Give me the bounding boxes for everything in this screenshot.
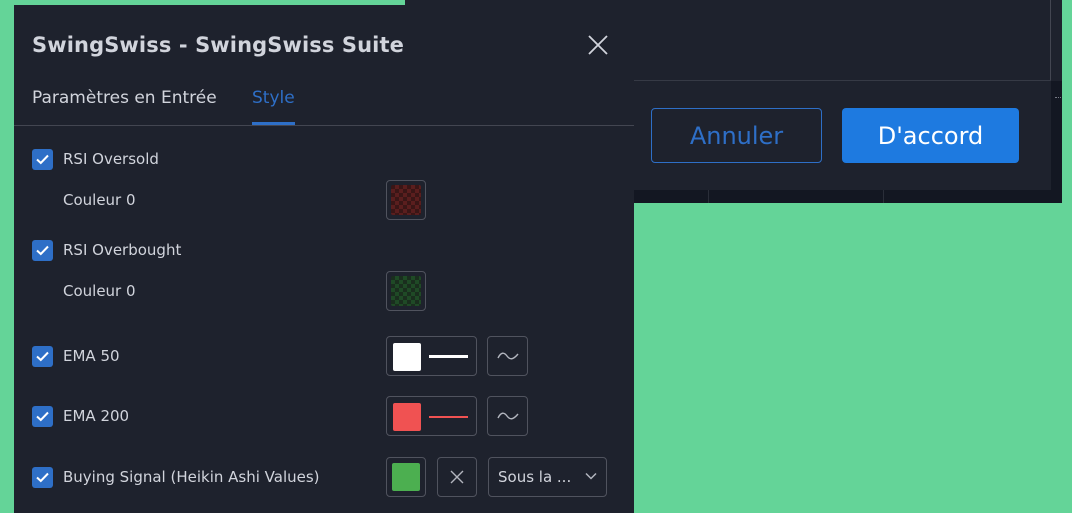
ok-button[interactable]: D'accord [842, 108, 1019, 163]
tab-inputs[interactable]: Paramètres en Entrée [32, 88, 217, 108]
color-preview [391, 185, 421, 215]
ema-50-checkbox[interactable] [32, 346, 53, 367]
rsi-oversold-color-label: Couleur 0 [63, 191, 136, 209]
line-preview [429, 355, 468, 358]
settings-dialog: SwingSwiss - SwingSwiss Suite Paramètres… [14, 5, 634, 513]
check-icon [36, 411, 49, 422]
x-icon[interactable] [437, 457, 477, 497]
check-icon [36, 351, 49, 362]
check-icon [36, 154, 49, 165]
close-icon[interactable] [586, 33, 610, 57]
grid-line [708, 190, 709, 203]
buying-signal-color-swatch[interactable] [386, 457, 426, 497]
ema-200-checkbox[interactable] [32, 406, 53, 427]
location-select-value: Sous la ... [498, 468, 572, 486]
rsi-overbought-color-label: Couleur 0 [63, 282, 136, 300]
grid-line [883, 190, 884, 203]
ema-200-label: EMA 200 [63, 407, 130, 425]
rsi-oversold-label: RSI Oversold [63, 150, 159, 168]
tab-style[interactable]: Style [252, 88, 295, 108]
ema-50-label: EMA 50 [63, 347, 120, 365]
color-preview [391, 276, 421, 306]
color-swatch [393, 403, 421, 431]
chevron-down-icon [585, 472, 597, 480]
rsi-oversold-color-swatch[interactable] [386, 180, 426, 220]
cancel-button[interactable]: Annuler [651, 108, 822, 163]
buying-signal-label: Buying Signal (Heikin Ashi Values) [63, 468, 320, 486]
dialog-title: SwingSwiss - SwingSwiss Suite [32, 33, 404, 57]
rsi-oversold-checkbox[interactable] [32, 149, 53, 170]
rsi-overbought-color-swatch[interactable] [386, 271, 426, 311]
color-preview [392, 463, 420, 491]
ema-50-line-style[interactable] [386, 336, 477, 376]
check-icon [36, 472, 49, 483]
rsi-overbought-checkbox[interactable] [32, 240, 53, 261]
buying-signal-checkbox[interactable] [32, 467, 53, 488]
divider [1050, 0, 1051, 80]
location-select[interactable]: Sous la ... [488, 457, 607, 497]
ema-200-line-style[interactable] [386, 396, 477, 436]
color-swatch [393, 343, 421, 371]
divider [14, 125, 634, 126]
dotted-line [1055, 97, 1061, 100]
check-icon [36, 245, 49, 256]
line-preview [429, 416, 468, 418]
rsi-overbought-label: RSI Overbought [63, 241, 182, 259]
wave-icon[interactable] [487, 396, 528, 436]
tab-bar: Paramètres en Entrée Style [14, 83, 634, 126]
wave-icon[interactable] [487, 336, 528, 376]
